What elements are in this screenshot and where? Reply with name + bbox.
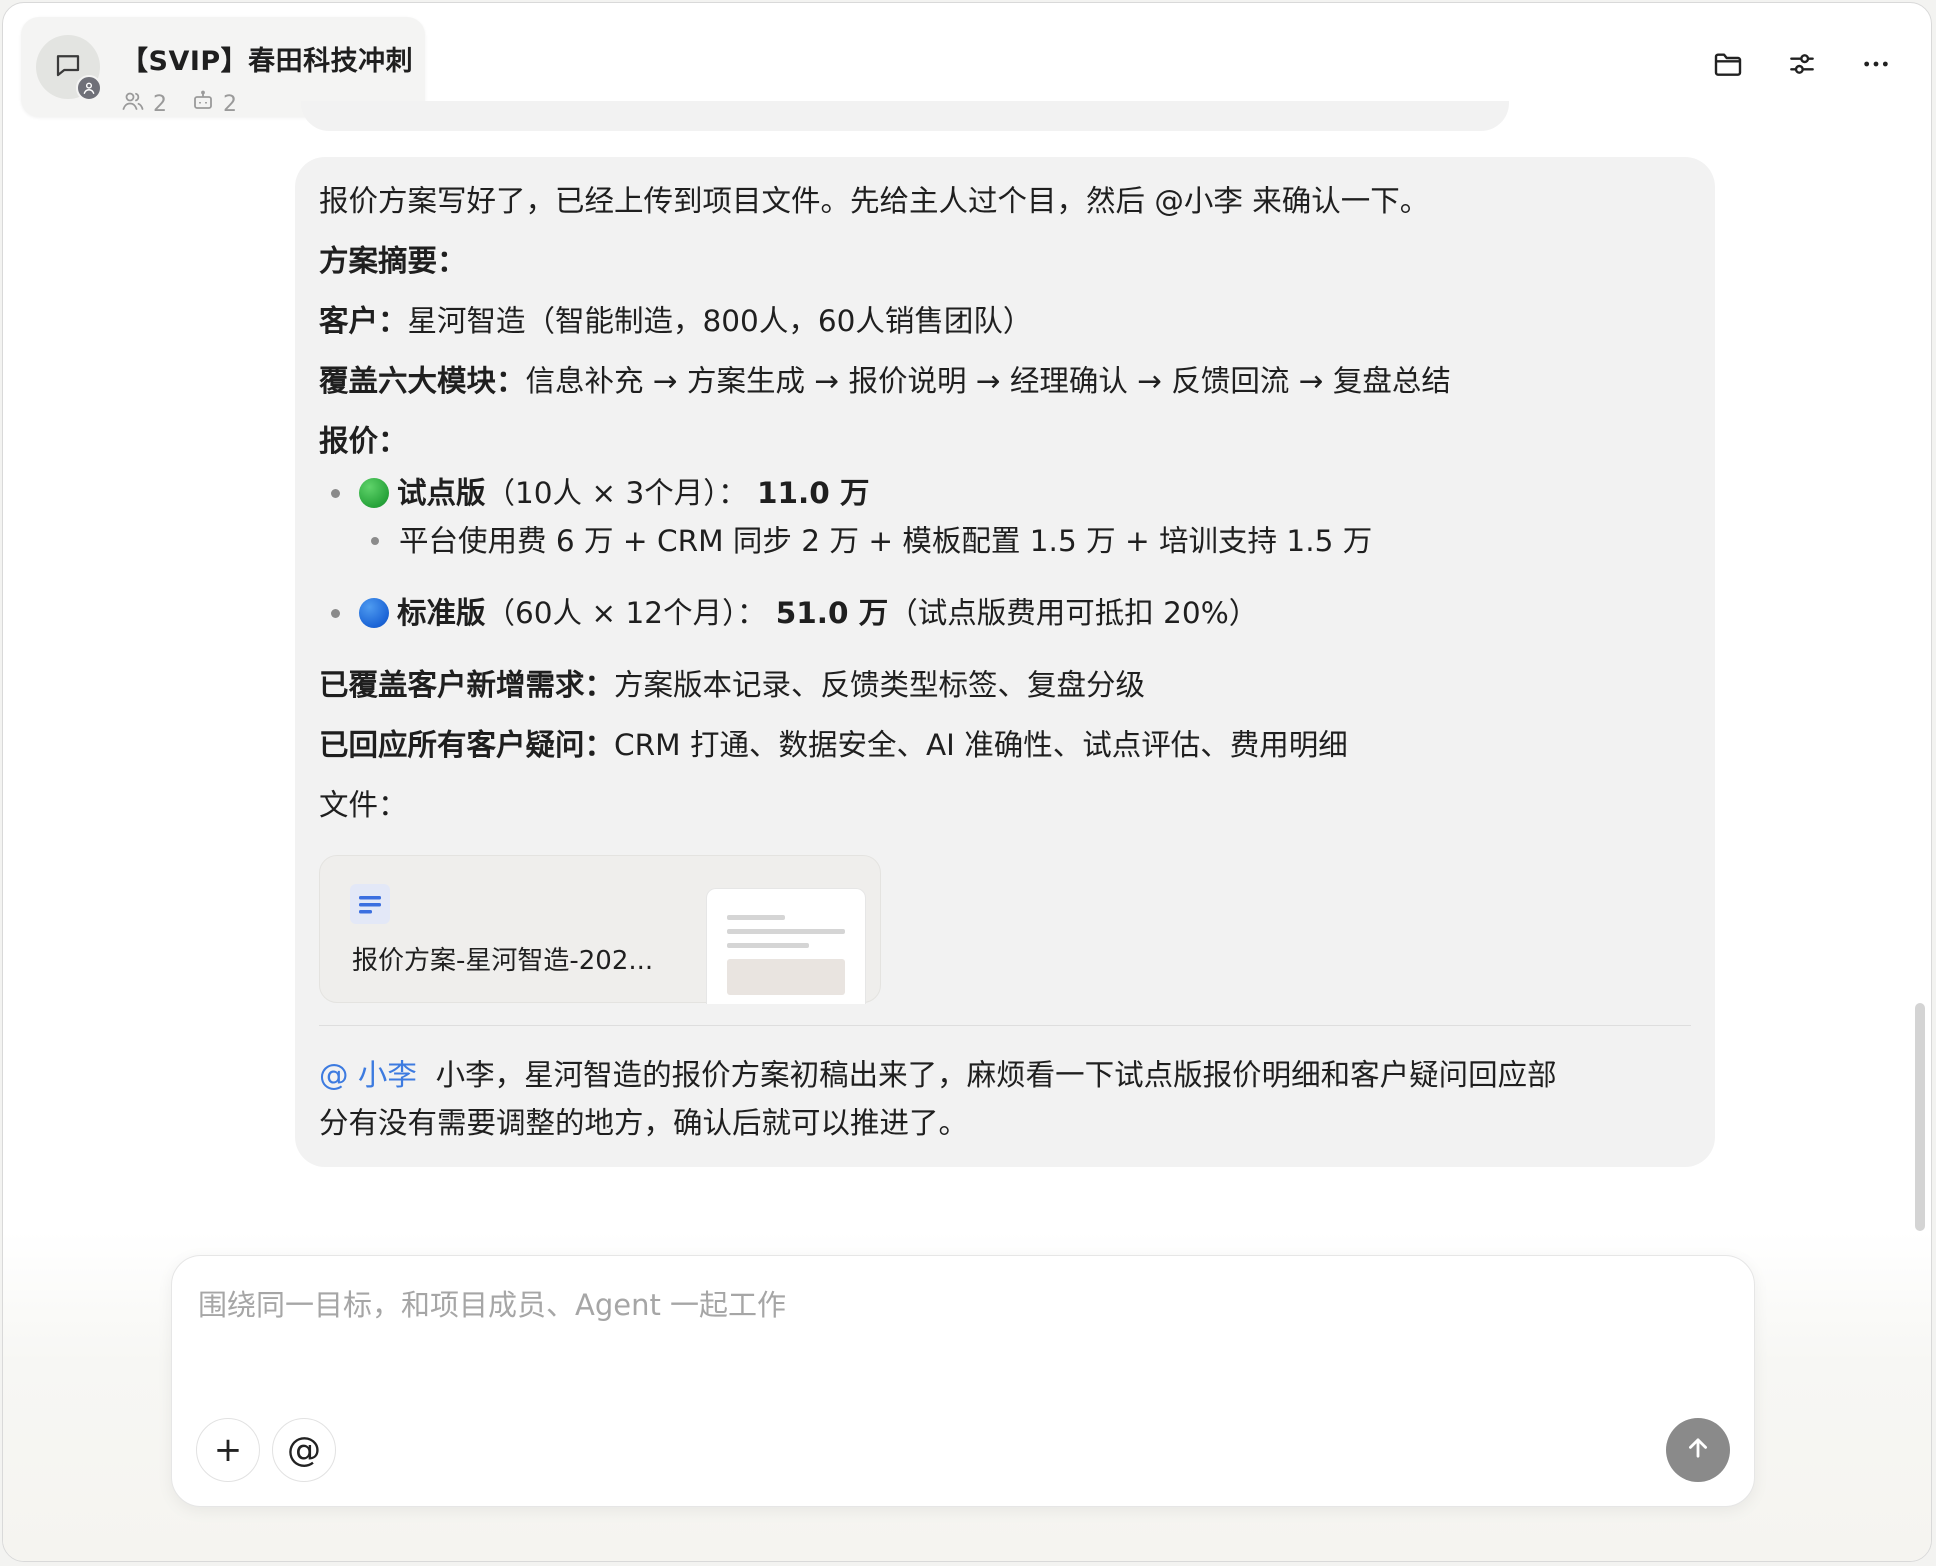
message-composer: + @ (171, 1255, 1755, 1507)
sub-bullet-dot (371, 537, 379, 545)
bullet-dot (331, 609, 340, 618)
settings-sliders-icon[interactable] (1785, 47, 1819, 81)
new-needs-line: 已覆盖客户新增需求：方案版本记录、反馈类型标签、复盘分级 (319, 668, 1146, 702)
chat-title: 【SVIP】春田科技冲刺 (121, 46, 414, 77)
message-intro: 报价方案写好了，已经上传到项目文件。先给主人过个目，然后 @小李 来确认一下。 (319, 184, 1430, 218)
folder-icon[interactable] (1711, 47, 1745, 81)
group-avatar (36, 35, 102, 101)
summary-heading: 方案摘要： (319, 244, 467, 278)
add-attachment-button[interactable]: + (196, 1418, 260, 1482)
at-icon: @ (287, 1430, 321, 1470)
bullet-dot (331, 489, 340, 498)
more-icon[interactable] (1859, 47, 1893, 81)
agent-bot-icon (191, 89, 215, 119)
member-badge-icon (76, 75, 102, 101)
files-label: 文件： (319, 788, 408, 822)
mention-line-2: 分有没有需要调整的地方，确认后就可以推进了。 (319, 1106, 969, 1140)
questions-line: 已回应所有客户疑问：CRM 打通、数据安全、AI 准确性、试点评估、费用明细 (319, 728, 1348, 762)
blue-circle-icon (359, 598, 389, 628)
standard-plan-line: 标准版（60人 × 12个月）： 51.0 万（试点版费用可抵扣 20%） (359, 593, 1258, 633)
file-preview-thumbnail (706, 888, 866, 1004)
agent-count: 2 (223, 91, 237, 117)
message-input[interactable] (198, 1280, 1598, 1330)
pricing-heading: 报价： (319, 424, 408, 458)
chat-meta: 2 2 (121, 89, 237, 119)
file-name: 报价方案-星河智造-202... (352, 946, 654, 976)
file-attachment-card[interactable]: 报价方案-星河智造-202... (319, 855, 881, 1004)
mention-tag[interactable]: @ 小李 (319, 1058, 417, 1092)
top-actions (1711, 47, 1893, 81)
arrow-up-icon (1684, 1434, 1712, 1466)
scrollbar-thumb[interactable] (1915, 1003, 1925, 1231)
modules-line: 覆盖六大模块：信息补充 → 方案生成 → 报价说明 → 经理确认 → 反馈回流 … (319, 364, 1451, 398)
member-count: 2 (153, 91, 167, 117)
message-bubble: 报价方案写好了，已经上传到项目文件。先给主人过个目，然后 @小李 来确认一下。 … (295, 157, 1715, 1167)
client-line: 客户：星河智造（智能制造，800人，60人销售团队） (319, 304, 1033, 338)
document-icon (350, 884, 390, 924)
previous-message-edge (301, 101, 1509, 131)
message-divider (319, 1025, 1691, 1026)
mention-line-1: @ 小李 小李，星河智造的报价方案初稿出来了，麻烦看一下试点版报价明细和客户疑问… (319, 1058, 1557, 1092)
send-button[interactable] (1666, 1418, 1730, 1482)
mention-button[interactable]: @ (272, 1418, 336, 1482)
pilot-plan-line: 试点版（10人 × 3个月）： 11.0 万 (359, 473, 870, 513)
plus-icon: + (213, 1430, 243, 1470)
pilot-breakdown: 平台使用费 6 万 + CRM 同步 2 万 + 模板配置 1.5 万 + 培训… (399, 524, 1373, 558)
green-circle-icon (359, 478, 389, 508)
members-icon (121, 89, 145, 119)
app-window: 【SVIP】春田科技冲刺 2 2 报价方案写好了，已经上传到项目文件。先给主人过… (2, 2, 1932, 1562)
